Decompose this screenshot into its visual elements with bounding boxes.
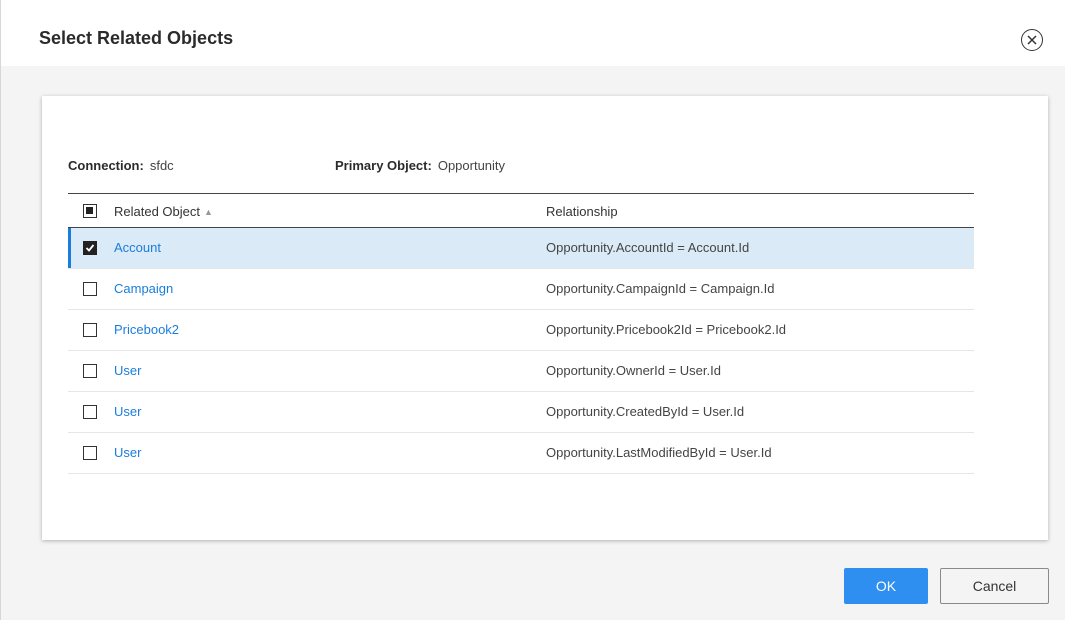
content-panel: Connection: sfdc Primary Object: Opportuni… [42,96,1048,540]
row-checkbox[interactable] [83,323,97,337]
table-row[interactable]: User Opportunity.CreatedById = User.Id [68,392,974,433]
table-row[interactable]: Pricebook2 Opportunity.Pricebook2Id = Pri… [68,310,974,351]
dialog-title: Select Related Objects [39,28,234,48]
select-related-objects-dialog: Select Related Objects Connection: sfdc P… [0,0,1065,620]
primary-object-info: Primary Object: Opportunity [335,158,505,173]
row-checkbox[interactable] [83,282,97,296]
relationship-text: Opportunity.LastModifiedById = User.Id [546,445,772,460]
column-header-related-object-label: Related Object [114,204,200,219]
dialog-header: Select Related Objects [1,0,1065,66]
relationship-text: Opportunity.Pricebook2Id = Pricebook2.Id [546,322,787,337]
primary-object-label: Primary Object: [335,158,432,173]
related-object-link[interactable]: User [114,363,141,378]
table-row[interactable]: Account Opportunity.AccountId = Account.I… [68,228,974,269]
primary-object-value: Opportunity [437,158,506,173]
row-checkbox[interactable] [83,405,97,419]
select-all-checkbox[interactable] [83,204,97,218]
sort-ascending-icon: ▲ [204,207,213,217]
column-header-related-object[interactable]: Related Object ▲ [114,204,213,219]
table-row[interactable]: Campaign Opportunity.CampaignId = Campaig… [68,269,974,310]
related-object-link[interactable]: Pricebook2 [114,322,179,337]
close-icon[interactable] [1021,29,1043,51]
related-object-link[interactable]: User [114,445,141,460]
related-objects-table: Related Object ▲ Relationship Account Oppo… [68,193,974,474]
table-header: Related Object ▲ Relationship [68,193,974,228]
row-checkbox[interactable] [83,241,97,255]
column-header-relationship: Relationship [546,204,618,219]
relationship-text: Opportunity.AccountId = Account.Id [546,240,750,255]
connection-info: Connection: sfdc [68,158,174,173]
connection-label: Connection: [68,158,144,173]
ok-button[interactable]: OK [844,568,928,604]
related-object-link[interactable]: Campaign [114,281,173,296]
row-checkbox[interactable] [83,446,97,460]
related-object-link[interactable]: Account [114,240,161,255]
close-x-glyph [1027,35,1037,45]
table-body: Account Opportunity.AccountId = Account.I… [68,228,974,474]
table-row[interactable]: User Opportunity.LastModifiedById = User.… [68,433,974,474]
relationship-text: Opportunity.CampaignId = Campaign.Id [546,281,775,296]
table-row[interactable]: User Opportunity.OwnerId = User.Id [68,351,974,392]
row-checkbox[interactable] [83,364,97,378]
relationship-text: Opportunity.OwnerId = User.Id [546,363,721,378]
checkmark-icon [85,244,95,252]
relationship-text: Opportunity.CreatedById = User.Id [546,404,745,419]
connection-value: sfdc [149,158,174,173]
related-object-link[interactable]: User [114,404,141,419]
cancel-button[interactable]: Cancel [940,568,1049,604]
